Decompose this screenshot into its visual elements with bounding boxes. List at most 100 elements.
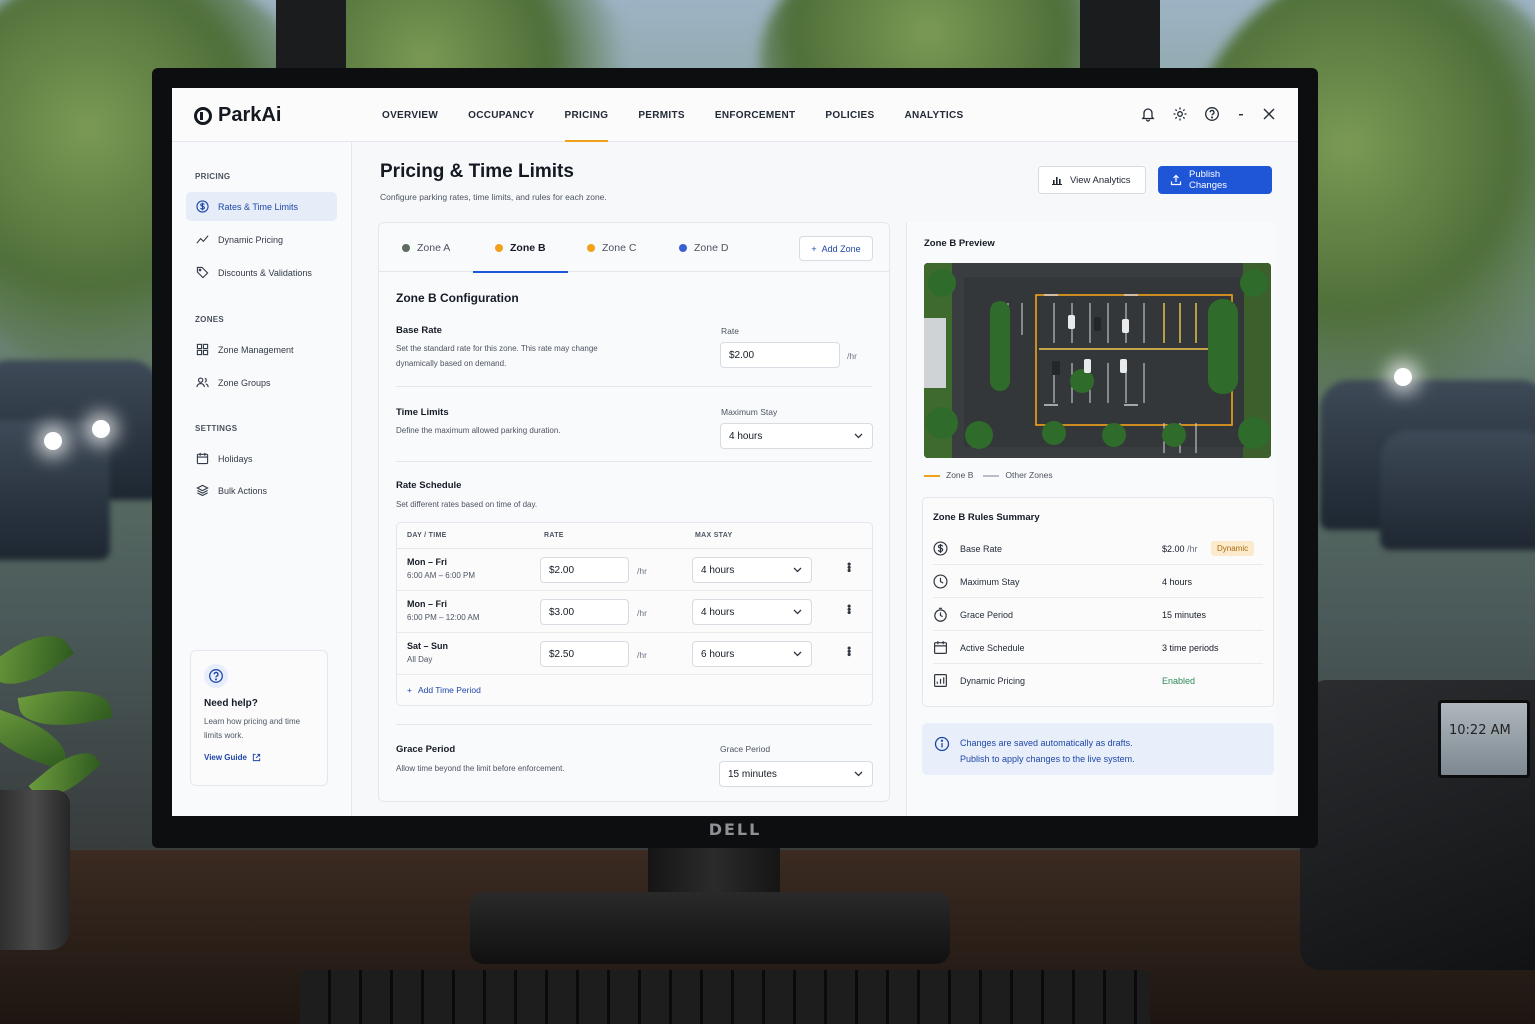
row-stay-value: 4 hours [701, 564, 735, 576]
row-time: All Day [407, 655, 433, 664]
zone-b-dot [495, 243, 503, 252]
app-window: ParkAi OVERVIEW OCCUPANCY PRICING PERMIT… [172, 88, 1298, 816]
main-nav: OVERVIEW OCCUPANCY PRICING PERMITS ENFOR… [370, 88, 982, 142]
nav-pricing[interactable]: PRICING [553, 88, 621, 142]
plus-icon: + [407, 685, 412, 695]
sidebar-item-label: Discounts & Validations [218, 267, 312, 278]
autosave-info-banner: Changes are saved automatically as draft… [922, 723, 1274, 775]
nav-enforcement[interactable]: ENFORCEMENT [703, 88, 808, 142]
chevron-down-icon [793, 567, 802, 573]
sidebar-item-discounts-validations[interactable]: Discounts & Validations [186, 258, 337, 287]
base-rate-desc: Set the standard rate for this zone. Thi… [396, 344, 598, 368]
app-logo[interactable]: ParkAi [194, 104, 281, 127]
sidebar-item-dynamic-pricing[interactable]: Dynamic Pricing [186, 225, 337, 254]
column-day-time: DAY / TIME [407, 532, 447, 539]
row-time: 6:00 AM – 6:00 PM [407, 571, 476, 580]
nav-analytics[interactable]: ANALYTICS [892, 88, 975, 142]
phone-time: 10:22 AM [1449, 723, 1511, 738]
layers-icon [196, 484, 209, 497]
page-title: Pricing & Time Limits [380, 161, 574, 182]
table-row: Sat – Sun All Day $2.50 /hr 6 hours ••• [397, 633, 872, 675]
summary-label: Dynamic Pricing [960, 676, 1026, 686]
timer-icon [933, 607, 948, 627]
zone-a-dot [402, 243, 410, 252]
nav-permits[interactable]: PERMITS [626, 88, 697, 142]
row-stay-select[interactable]: 4 hours [692, 557, 812, 583]
summary-value: 3 time periods [1162, 643, 1219, 653]
row-rate-input[interactable]: $2.50 [540, 641, 629, 667]
tag-icon [196, 266, 209, 279]
close-icon[interactable] [1262, 107, 1276, 121]
chart-icon [933, 673, 948, 693]
tab-zone-b[interactable]: Zone B [473, 223, 568, 273]
zone-configuration-card: Zone A Zone B Zone C Zone D + Add Zone Z… [378, 222, 890, 802]
max-stay-select[interactable]: 4 hours [720, 423, 873, 449]
base-rate-title: Base Rate [396, 325, 442, 336]
info-line-1: Changes are saved automatically as draft… [960, 738, 1133, 748]
sidebar-item-zone-management[interactable]: Zone Management [186, 335, 337, 364]
view-guide-link[interactable]: View Guide [204, 753, 314, 762]
chevron-down-icon [793, 609, 802, 615]
sidebar-item-rates-time-limits[interactable]: Rates & Time Limits [186, 192, 337, 221]
dynamic-badge: Dynamic [1211, 541, 1255, 556]
row-more-icon[interactable]: ••• [842, 604, 856, 614]
nav-overview[interactable]: OVERVIEW [370, 88, 450, 142]
view-analytics-button[interactable]: View Analytics [1038, 166, 1146, 194]
clock-icon [933, 574, 948, 594]
row-rate-unit: /hr [637, 608, 647, 618]
table-row: Mon – Fri 6:00 PM – 12:00 AM $3.00 /hr 4… [397, 591, 872, 633]
grace-period-select[interactable]: 15 minutes [719, 761, 873, 787]
sidebar-item-zone-groups[interactable]: Zone Groups [186, 368, 337, 397]
summary-label: Base Rate [960, 544, 1003, 554]
publish-changes-button[interactable]: Publish Changes [1158, 166, 1272, 194]
info-line-2: Publish to apply changes to the live sys… [960, 754, 1135, 764]
base-rate-unit: /hr [847, 351, 857, 361]
gear-icon[interactable] [1172, 106, 1188, 122]
grid-icon [196, 343, 209, 356]
tab-zone-a[interactable]: Zone A [402, 223, 450, 272]
monitor-brand: DELL [708, 820, 762, 839]
summary-value: $2.00 /hr [1162, 544, 1198, 554]
base-rate-input[interactable]: $2.00 [720, 342, 840, 368]
sidebar-section-pricing: PRICING [195, 172, 231, 181]
add-time-period-button[interactable]: + Add Time Period [407, 685, 481, 695]
chevron-down-icon [854, 433, 863, 439]
summary-value: 4 hours [1162, 577, 1193, 587]
add-zone-label: Add Zone [821, 243, 861, 254]
row-more-icon[interactable]: ••• [842, 646, 856, 656]
tab-zone-c[interactable]: Zone C [587, 223, 636, 272]
add-zone-button[interactable]: + Add Zone [799, 236, 873, 261]
row-rate-input[interactable]: $2.00 [540, 557, 629, 583]
summary-row-dynamic-pricing: Dynamic Pricing Enabled [933, 664, 1263, 697]
grace-period-label: Grace Period [720, 744, 771, 754]
info-icon [934, 736, 950, 757]
zone-c-dot [587, 243, 595, 252]
table-row: Mon – Fri 6:00 AM – 6:00 PM $2.00 /hr 4 … [397, 549, 872, 591]
minimize-icon[interactable] [1236, 106, 1246, 122]
summary-label: Maximum Stay [960, 577, 1020, 587]
row-more-icon[interactable]: ••• [842, 562, 856, 572]
row-stay-select[interactable]: 6 hours [692, 641, 812, 667]
legend-zone-b: Zone B [924, 470, 973, 480]
bell-icon[interactable] [1140, 106, 1156, 122]
nav-policies[interactable]: POLICIES [813, 88, 886, 142]
tab-zone-d[interactable]: Zone D [679, 223, 728, 272]
row-rate-unit: /hr [637, 566, 647, 576]
sidebar-item-bulk-actions[interactable]: Bulk Actions [186, 476, 337, 505]
nav-occupancy[interactable]: OCCUPANCY [456, 88, 546, 142]
help-icon[interactable] [1204, 106, 1220, 122]
row-rate-input[interactable]: $3.00 [540, 599, 629, 625]
page-subtitle: Configure parking rates, time limits, an… [380, 192, 607, 202]
column-rate: RATE [544, 532, 564, 539]
preview-title: Zone B Preview [924, 238, 995, 249]
summary-row-base-rate: Base Rate $2.00 /hr Dynamic [933, 532, 1263, 565]
top-navigation-bar: ParkAi OVERVIEW OCCUPANCY PRICING PERMIT… [172, 88, 1298, 142]
sidebar-item-label: Bulk Actions [218, 485, 268, 496]
summary-row-grace-period: Grace Period 15 minutes [933, 598, 1263, 631]
row-stay-value: 6 hours [701, 648, 735, 660]
tab-label: Zone B [510, 241, 546, 254]
row-stay-select[interactable]: 4 hours [692, 599, 812, 625]
sidebar-item-holidays[interactable]: Holidays [186, 444, 337, 473]
tab-label: Zone A [417, 241, 451, 254]
zone-map-image[interactable] [924, 263, 1271, 458]
